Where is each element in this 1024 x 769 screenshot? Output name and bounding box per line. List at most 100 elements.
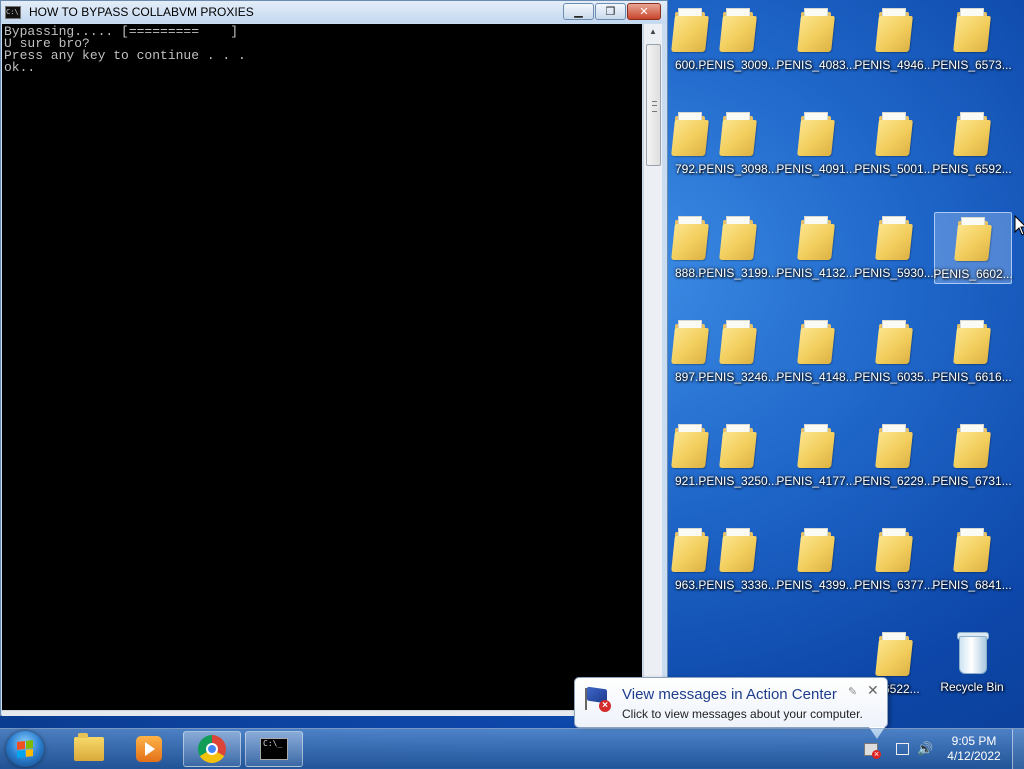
- action-center-icon[interactable]: [864, 742, 881, 759]
- recycle-bin[interactable]: Recycle Bin: [934, 628, 1010, 698]
- folder-icon: [719, 424, 757, 468]
- desktop-folder[interactable]: P: [1012, 628, 1024, 698]
- folder-icon: [953, 424, 991, 468]
- start-button[interactable]: [6, 731, 44, 767]
- desktop-folder[interactable]: PENIS_4177...: [776, 420, 856, 490]
- folder-icon: [875, 632, 913, 676]
- desktop-icon-label: PENIS_6229...: [854, 474, 934, 488]
- vertical-scrollbar[interactable]: ▲ ▼: [643, 24, 662, 710]
- desktop-icon-label: PENIS_4132...: [776, 266, 856, 280]
- scroll-up-icon[interactable]: ▲: [644, 24, 662, 40]
- desktop-folder[interactable]: PENIS_6035...: [854, 316, 934, 386]
- folder-icon: [797, 424, 835, 468]
- desktop-icon-label: PENIS_4946...: [854, 58, 934, 72]
- desktop-folder[interactable]: PENIS_6616...: [932, 316, 1012, 386]
- taskbar-explorer[interactable]: [60, 731, 118, 767]
- desktop-folder[interactable]: PENIS_6731...: [932, 420, 1012, 490]
- pin-icon[interactable]: ✎: [848, 685, 857, 698]
- desktop-folder[interactable]: PENIS_6229...: [854, 420, 934, 490]
- desktop-icon-label: PENIS_5930...: [854, 266, 934, 280]
- action-center-notification[interactable]: × View messages in Action Center Click t…: [574, 677, 888, 739]
- folder-icon: [719, 8, 757, 52]
- desktop-folder[interactable]: PENIS_4132...: [776, 212, 856, 282]
- folder-icon: [953, 112, 991, 156]
- desktop-folder[interactable]: PENIS_4083...: [776, 4, 856, 74]
- desktop-icon-label: PENIS_4083...: [776, 58, 856, 72]
- close-button[interactable]: ✕: [627, 3, 661, 20]
- desktop-folder[interactable]: PENIS_4946...: [854, 4, 934, 74]
- console-line: Bypassing..... [========= ]: [4, 24, 239, 39]
- taskbar-media-player[interactable]: [120, 731, 178, 767]
- taskbar: C:\_ 🔊 9:05 PM 4/12/2022: [0, 728, 1024, 769]
- desktop-folder[interactable]: PENIS_6841...: [932, 524, 1012, 594]
- grip-icon: [652, 101, 657, 112]
- console-titlebar[interactable]: C:\ HOW TO BYPASS COLLABVM PROXIES ▁ ❐ ✕: [1, 1, 667, 23]
- recycle-bin-icon: [955, 630, 989, 674]
- show-desktop-button[interactable]: [1012, 729, 1024, 769]
- desktop-icon-label: PENIS_5001...: [854, 162, 934, 176]
- desktop-folder[interactable]: PENIS_3009...: [698, 4, 778, 74]
- desktop-folder[interactable]: PENIS_4091...: [776, 108, 856, 178]
- desktop-icon-label: PENIS_6592...: [932, 162, 1012, 176]
- desktop-folder[interactable]: PENIS_6592...: [932, 108, 1012, 178]
- desktop-icon-label: PENIS_4399...: [776, 578, 856, 592]
- folder-icon: [797, 528, 835, 572]
- desktop-icon-label: PENIS_4177...: [776, 474, 856, 488]
- clock[interactable]: 9:05 PM 4/12/2022: [942, 734, 1006, 764]
- desktop-icon-label: PENIS_3098...: [698, 162, 778, 176]
- desktop-folder[interactable]: P: [1012, 4, 1024, 74]
- desktop-icon-label: PENIS_3246...: [698, 370, 778, 384]
- notification-text: Click to view messages about your comput…: [622, 707, 863, 721]
- network-icon[interactable]: [896, 743, 909, 755]
- console-window[interactable]: C:\ HOW TO BYPASS COLLABVM PROXIES ▁ ❐ ✕…: [0, 0, 668, 716]
- desktop-folder[interactable]: PENIS_3098...: [698, 108, 778, 178]
- scroll-thumb[interactable]: [646, 44, 661, 166]
- desktop-folder[interactable]: P: [1012, 420, 1024, 490]
- folder-icon: [953, 320, 991, 364]
- desktop-icon-label: PENIS_3199...: [698, 266, 778, 280]
- desktop-folder[interactable]: PENIS_3199...: [698, 212, 778, 282]
- desktop-folder[interactable]: P: [1012, 316, 1024, 386]
- folder-icon: [953, 528, 991, 572]
- desktop-folder[interactable]: P: [1012, 108, 1024, 178]
- desktop-folder[interactable]: PENIS_3250...: [698, 420, 778, 490]
- desktop-icon-label: PENIS_6731...: [932, 474, 1012, 488]
- folder-icon: [875, 320, 913, 364]
- windows-logo-icon: [17, 740, 33, 758]
- desktop-icon-label: PENIS_4148...: [776, 370, 856, 384]
- folder-icon: [719, 216, 757, 260]
- desktop-folder[interactable]: PENIS_5930...: [854, 212, 934, 282]
- taskbar-cmd[interactable]: C:\_: [245, 731, 303, 767]
- desktop-icon-label: PENIS_4091...: [776, 162, 856, 176]
- desktop-icon-label: PENIS_6377...: [854, 578, 934, 592]
- desktop-folder[interactable]: P: [1012, 524, 1024, 594]
- folder-icon: [875, 112, 913, 156]
- media-player-icon: [136, 736, 162, 762]
- folder-icon: [875, 8, 913, 52]
- folder-icon: [719, 528, 757, 572]
- desktop-icon-label: Recycle Bin: [940, 680, 1004, 694]
- folder-icon: [719, 320, 757, 364]
- volume-icon[interactable]: 🔊: [917, 741, 933, 757]
- folder-icon: [797, 8, 835, 52]
- horizontal-scrollbar[interactable]: [2, 710, 643, 716]
- desktop-folder[interactable]: PENIS_6573...: [932, 4, 1012, 74]
- desktop-icon-label: PENIS_3250...: [698, 474, 778, 488]
- desktop-folder[interactable]: PENIS_4399...: [776, 524, 856, 594]
- notification-title[interactable]: View messages in Action Center: [622, 686, 837, 703]
- system-tray: 🔊: [864, 729, 941, 769]
- desktop-folder[interactable]: PENIS_6377...: [854, 524, 934, 594]
- desktop-folder[interactable]: PENIS_6602...: [933, 212, 1013, 284]
- desktop-folder[interactable]: PENIS_3246...: [698, 316, 778, 386]
- desktop-folder[interactable]: PENIS_4148...: [776, 316, 856, 386]
- desktop-folder[interactable]: PENIS_5001...: [854, 108, 934, 178]
- notification-close-button[interactable]: ✕: [867, 683, 879, 697]
- desktop-icon-label: PENIS_6573...: [932, 58, 1012, 72]
- taskbar-chrome[interactable]: [183, 731, 241, 767]
- minimize-button[interactable]: ▁: [563, 3, 594, 20]
- restore-button[interactable]: ❐: [595, 3, 626, 20]
- desktop-folder[interactable]: PENIS_3336...: [698, 524, 778, 594]
- desktop-icon-label: PENIS_6035...: [854, 370, 934, 384]
- action-center-flag-icon: ×: [585, 686, 611, 712]
- console-output[interactable]: Bypassing..... [========= ] U sure bro? …: [2, 24, 642, 710]
